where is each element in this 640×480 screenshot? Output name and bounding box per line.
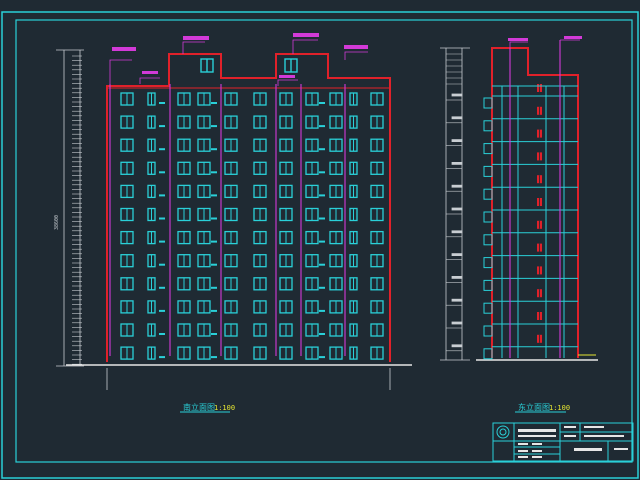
side-dimension-scale [440,47,470,361]
window-sill [319,240,325,243]
window-sill [159,309,165,312]
window-sill [319,102,325,104]
window-sill [211,309,217,312]
level-mark [451,207,463,211]
window-sill [211,171,217,174]
drawing-sheet: 38600 南立面图 1:100 东立面图 1:100 [0,0,640,480]
side-annotation-leaders [509,39,580,48]
window-sill [159,102,165,104]
side-elevation-scale: 1:100 [549,404,570,412]
company-logo [496,425,510,439]
window-sill [159,263,165,266]
balcony [483,279,493,291]
balcony [483,211,493,223]
balcony [483,325,493,337]
window-sill [159,194,165,197]
window-sill [159,148,165,151]
front-elevation: 38600 南立面图 1:100 [54,33,412,413]
window-sill [159,125,165,128]
window-sill [319,217,325,220]
balcony [483,120,493,132]
title-block-fills [518,426,628,458]
front-dimension-scale [56,49,84,367]
side-elevation-title: 东立面图 [518,402,550,412]
front-elevation-title: 南立面图 [183,402,215,412]
window-sill [159,286,165,289]
window-sill [319,309,325,312]
level-mark [451,230,463,234]
balcony [483,188,493,200]
window-sill [211,217,217,220]
window-sill [319,333,325,335]
balcony [483,165,493,177]
window-sill [211,356,217,359]
side-floor-grid [483,84,578,360]
window-sill [319,356,325,359]
level-mark [451,321,463,325]
window-sill [211,240,217,243]
window-sill [159,356,165,359]
level-mark [451,116,463,120]
front-annotation-leaders [109,39,368,86]
level-mark [451,93,463,97]
window-sill [211,286,217,289]
level-mark [451,253,463,257]
window-sill [211,194,217,197]
window-sill [211,333,217,335]
window-sill [319,263,325,266]
balcony [483,257,493,269]
side-building-outline [491,47,579,358]
level-mark [451,344,463,348]
front-height-label: 38600 [54,215,60,230]
cad-drawing: 38600 南立面图 1:100 东立面图 1:100 [1,11,639,479]
front-elevation-scale: 1:100 [214,404,235,412]
window-sill [211,263,217,266]
level-mark [451,184,463,188]
balcony [483,234,493,246]
window-sill [319,148,325,151]
front-annotation-marks [112,33,368,78]
window-sill [319,171,325,174]
window-sill [211,102,217,104]
window-sill [159,240,165,243]
window-sill [159,171,165,174]
side-dimension-ticks [446,53,463,352]
balcony [483,302,493,314]
side-elevation: 东立面图 1:100 [440,36,598,413]
window-sill [319,125,325,128]
balcony [483,348,493,360]
level-mark [451,161,463,165]
balcony [483,97,493,109]
window-sill [211,148,217,151]
front-roof-windows [200,58,298,73]
level-mark [451,139,463,143]
balcony [483,143,493,155]
window-sill [319,194,325,197]
level-mark [451,275,463,279]
window-sill [211,125,217,128]
window-sill [159,217,165,220]
level-mark [451,298,463,302]
window-sill [319,286,325,289]
front-window-grid [120,92,384,360]
front-dimension-ticks [72,55,82,365]
window-sill [159,333,165,335]
title-block [492,422,634,462]
